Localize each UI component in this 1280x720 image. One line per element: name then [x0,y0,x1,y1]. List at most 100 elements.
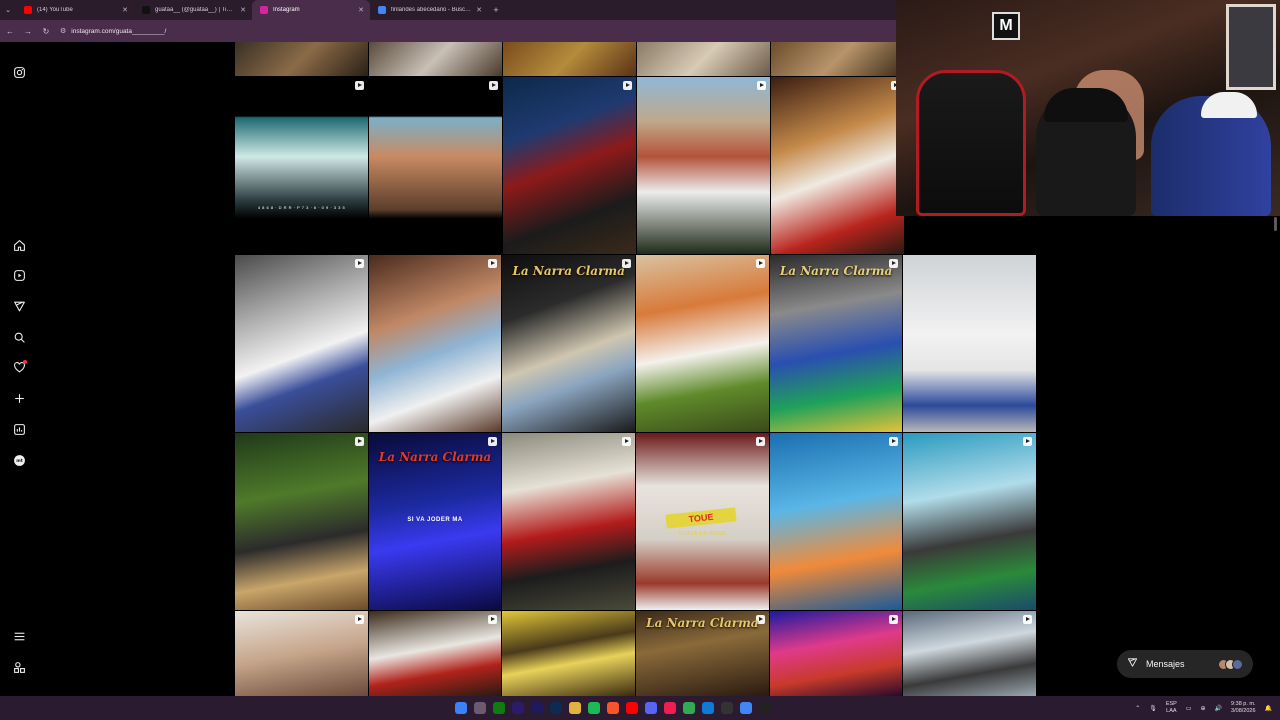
stream-logo: M [992,12,1020,40]
profile-avatar-icon[interactable]: mt [11,452,27,468]
reels-icon[interactable] [11,267,27,283]
new-tab-button[interactable]: + [488,5,504,15]
tab-close-icon[interactable]: ✕ [476,6,482,14]
create-icon[interactable] [11,390,27,406]
chrome-icon[interactable] [683,702,695,714]
discord-icon[interactable] [645,702,657,714]
notifications-icon[interactable] [11,359,27,375]
post-tile[interactable] [636,255,769,432]
post-tile[interactable] [769,433,903,610]
post-tile[interactable] [769,611,903,696]
reel-icon [488,437,498,446]
post-tile[interactable] [903,611,1036,696]
browser-tab[interactable]: Instagram ✕ [252,0,370,20]
post-tile[interactable] [503,42,636,76]
reel-icon [354,437,364,446]
photoshop-icon[interactable] [550,702,562,714]
tray-overflow-icon[interactable]: ⌃ [1135,705,1140,712]
wall-picture-frame [1226,4,1276,90]
obs-icon[interactable] [759,702,771,714]
windows-icon[interactable] [455,702,467,714]
spotify-icon[interactable] [588,702,600,714]
post-tile[interactable] [368,255,502,432]
post-tile[interactable] [503,77,636,254]
browser-tab[interactable]: guataa__ (@guataa__) | TikTok ✕ [134,0,252,20]
post-caption: SI VA JODER MA [407,517,463,523]
post-tile[interactable] [368,611,502,696]
search-icon[interactable] [11,329,27,345]
edge-icon[interactable] [702,702,714,714]
back-icon[interactable]: ← [6,27,14,36]
reel-icon [355,81,364,90]
post-tile[interactable] [903,255,1036,432]
tab-close-icon[interactable]: ✕ [240,6,246,14]
reload-icon[interactable]: ↻ [42,27,50,36]
home-icon[interactable] [11,237,27,253]
post-tile[interactable] [771,77,904,254]
after-effects-icon[interactable] [531,702,543,714]
post-tile[interactable] [771,42,904,76]
site-info-icon[interactable]: ⚙ [60,27,66,35]
tab-label: guataa__ (@guataa__) | TikTok [155,7,236,13]
post-tile[interactable]: TOUE GUATA LA HIJUE [636,433,769,610]
page-scrollbar[interactable] [1274,217,1277,231]
gaming-chair [916,70,1026,216]
tab-search-icon[interactable]: ⌄ [0,0,16,20]
explore-icon[interactable] [11,298,27,314]
post-brand-text: La Narra Clarma [512,264,625,278]
post-tile[interactable] [903,433,1036,610]
brave-icon[interactable] [607,702,619,714]
browser-tab[interactable]: finlandes abecedario - Buscar c ✕ [370,0,488,20]
clock[interactable]: 9:38 p. m. 3/08/2026 [1231,701,1255,715]
post-tile[interactable] [235,42,368,76]
forward-icon[interactable]: → [24,27,32,36]
youtube-icon[interactable] [626,702,638,714]
premiere-icon[interactable] [512,702,524,714]
dashboard-icon[interactable] [11,421,27,437]
post-tile[interactable] [369,77,502,254]
tab-favicon-icon [142,6,150,14]
volume-icon[interactable]: 🔊 [1215,705,1222,712]
svg-text:mt: mt [16,458,23,464]
xbox-icon[interactable] [493,702,505,714]
reel-icon [623,81,632,90]
microphone-icon[interactable]: 🎙 [1149,705,1157,712]
keyboard-layout: LAA [1166,708,1177,714]
menu-icon[interactable] [11,628,27,644]
webcam-overlay: M [896,0,1280,216]
capcut-icon[interactable] [721,702,733,714]
input-language[interactable]: ESP LAA [1166,701,1177,715]
network-icon[interactable]: ⊕ [1201,705,1206,712]
post-brand-text: La Narra Clarma [378,450,492,464]
post-tile[interactable]: La Narra Clarma SI VA JODER MA [368,433,502,610]
post-tile[interactable] [235,433,368,610]
tiktok-icon[interactable] [664,702,676,714]
post-tile[interactable] [502,433,636,610]
search-icon[interactable] [474,702,486,714]
chrome-alt-icon[interactable] [740,702,752,714]
post-tile[interactable] [502,611,636,696]
display-icon[interactable]: ▭ [1186,705,1192,712]
post-tile[interactable] [235,255,368,432]
post-tile[interactable] [235,611,368,696]
message-avatars [1218,658,1243,670]
messages-label: Mensajes [1146,659,1185,669]
post-tile[interactable]: La Narra Clarma [769,255,903,432]
post-tile[interactable]: 4 8 6 8 · D R R · P 7 3 · 6 · 0 9 · 3 3 … [235,77,368,254]
messages-button[interactable]: Mensajes [1117,650,1253,678]
post-tile[interactable]: La Narra Clarma [502,255,636,432]
address-bar[interactable]: ⚙ instagram.com/guata_________/ [60,27,166,36]
post-tile[interactable]: La Narra Clarma [636,611,769,696]
tab-close-icon[interactable]: ✕ [358,6,364,14]
notification-bell-icon[interactable]: 🔔 [1265,705,1272,712]
explorer-icon[interactable] [569,702,581,714]
reel-icon [488,259,498,268]
post-tile[interactable] [369,42,502,76]
post-tile[interactable] [637,77,770,254]
browser-tab[interactable]: (14) YouTube ✕ [16,0,134,20]
also-from-meta-icon[interactable] [11,659,27,675]
post-tile[interactable] [637,42,770,76]
tab-close-icon[interactable]: ✕ [122,6,128,14]
instagram-icon[interactable] [11,64,27,80]
reel-icon [1023,615,1033,624]
